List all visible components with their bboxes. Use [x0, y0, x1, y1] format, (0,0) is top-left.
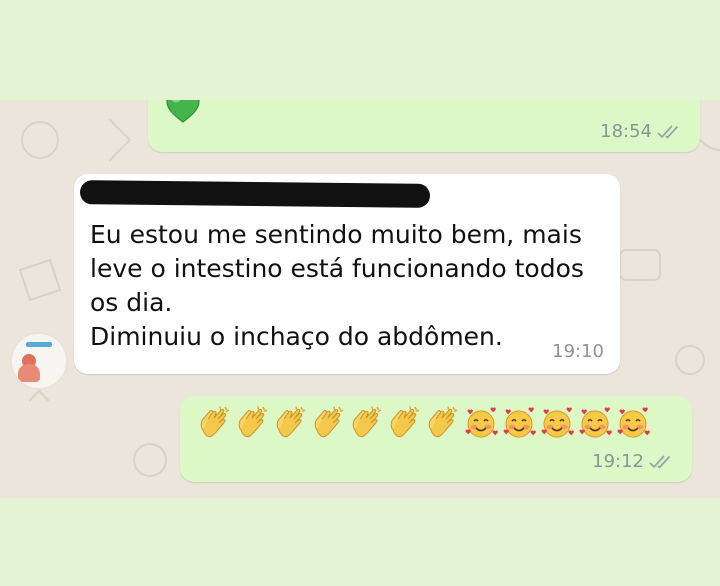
message-time: 19:12: [592, 451, 644, 472]
smiling-face-with-hearts-emoji: [579, 407, 612, 438]
message-meta: 19:10: [552, 341, 604, 362]
message-bubble-outgoing-2[interactable]: 19:12: [180, 396, 692, 482]
clapping-hands-emoji: [314, 406, 344, 438]
message-time: 18:54: [600, 121, 652, 142]
clapping-hands-emoji: [352, 406, 382, 438]
smiling-face-with-hearts-emoji: [465, 407, 498, 438]
smiling-face-with-hearts-emoji: [503, 407, 536, 438]
green-heart-emoji: [166, 100, 200, 123]
clapping-hands-emoji: [200, 406, 230, 438]
message-meta: 18:54: [600, 121, 684, 142]
top-margin: [0, 0, 720, 100]
message-bubble-outgoing-1[interactable]: 18:54: [148, 100, 700, 152]
double-check-read-icon: [657, 124, 679, 139]
message-time: 19:10: [552, 341, 604, 362]
emoji-row: [198, 406, 650, 440]
message-meta: 19:12: [592, 451, 676, 472]
bottom-margin: [0, 498, 720, 586]
message-bubble-incoming[interactable]: Eu estou me sentindo muito bem, mais lev…: [74, 174, 620, 374]
smiling-face-with-hearts-emoji: [541, 407, 574, 438]
chat-panel[interactable]: 18:54 Eu estou me sentindo muito bem, ma…: [0, 100, 720, 498]
smiling-face-with-hearts-emoji: [617, 407, 650, 438]
clapping-hands-emoji: [428, 406, 458, 438]
sender-avatar[interactable]: [10, 332, 68, 390]
double-check-read-icon: [649, 454, 671, 469]
message-text: Eu estou me sentindo muito bem, mais lev…: [90, 220, 584, 351]
clapping-hands-emoji: [276, 406, 306, 438]
redacted-sender-name: [79, 180, 431, 208]
clapping-hands-emoji: [390, 406, 420, 438]
clapping-hands-emoji: [238, 406, 268, 438]
